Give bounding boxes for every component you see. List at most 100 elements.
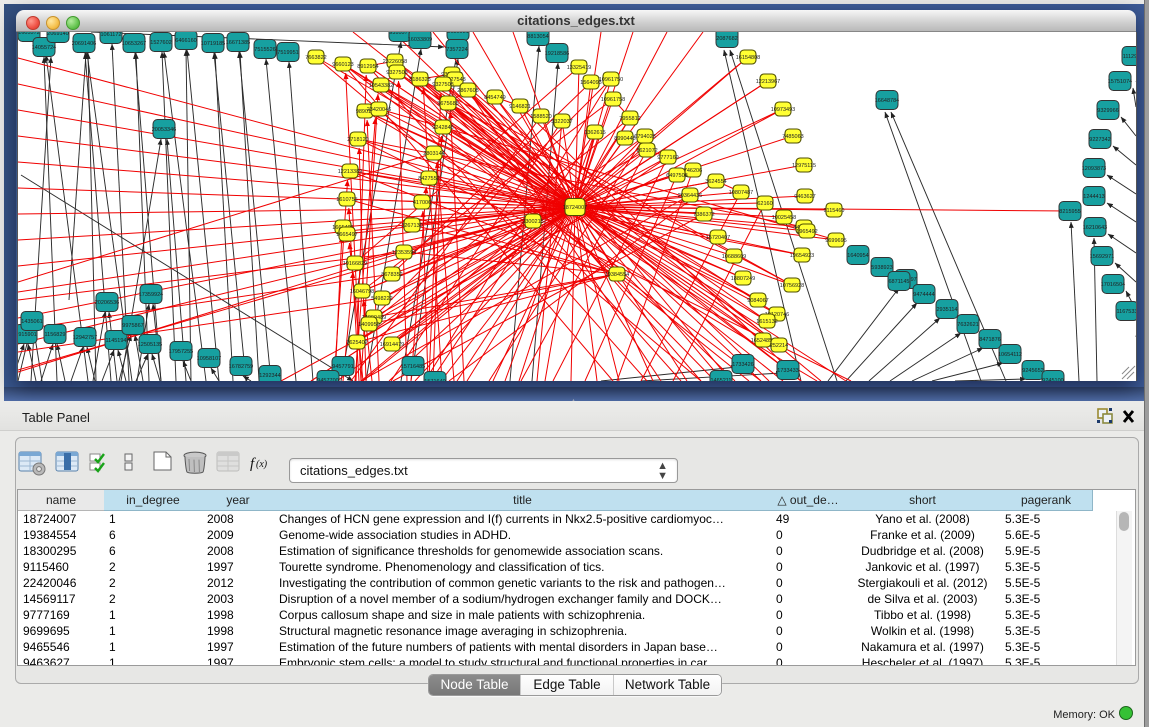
svg-text:10958107: 10958107 [197,356,221,362]
svg-text:15692971: 15692971 [1090,254,1114,260]
svg-text:10756928: 10756928 [780,283,804,289]
svg-text:9327508: 9327508 [432,82,453,88]
svg-text:20364436: 20364436 [678,193,702,199]
svg-text:10654112: 10654112 [998,352,1022,358]
svg-text:3675685: 3675685 [437,101,458,107]
svg-text:2935114: 2935114 [936,307,957,313]
svg-text:7386372: 7386372 [693,212,714,218]
svg-text:20053346: 20053346 [152,127,176,133]
svg-text:1615132: 1615132 [756,319,777,325]
svg-text:20206536: 20206536 [95,300,119,306]
svg-text:18807249: 18807249 [731,276,755,282]
svg-text:6794028: 6794028 [634,134,655,140]
svg-text:5498222: 5498222 [371,296,392,302]
svg-text:1156829: 1156829 [44,332,65,338]
svg-text:9327505: 9327505 [386,70,407,76]
svg-text:19218586: 19218586 [545,51,569,57]
svg-text:9660123: 9660123 [332,62,353,68]
svg-text:9699695: 9699695 [825,238,846,244]
svg-text:9245652: 9245652 [1022,368,1043,374]
svg-text:10973493: 10973493 [771,107,795,113]
svg-text:19166829: 19166829 [343,261,367,267]
svg-text:1061172: 1061172 [100,32,121,38]
svg-text:12975115: 12975115 [792,163,816,169]
svg-text:7955812: 7955812 [619,116,640,122]
svg-text:5938923: 5938923 [871,265,892,271]
svg-text:1112975: 1112975 [1123,54,1136,60]
svg-text:7357224: 7357224 [446,47,467,53]
svg-text:9242848: 9242848 [432,125,453,131]
svg-text:10688609: 10688609 [722,254,746,260]
svg-text:9777169: 9777169 [657,155,678,161]
svg-text:2087682: 2087682 [716,36,737,42]
svg-text:2718120: 2718120 [347,137,368,143]
svg-text:18724007: 18724007 [563,205,587,211]
svg-text:9084067: 9084067 [747,298,768,304]
svg-text:7663822: 7663822 [305,55,326,61]
svg-text:1610755: 1610755 [336,197,357,203]
svg-text:1465211: 1465211 [710,378,731,381]
svg-text:7632621: 7632621 [957,322,978,328]
svg-text:17957255: 17957255 [169,349,193,355]
svg-text:9146821: 9146821 [509,104,530,110]
svg-text:8912954: 8912954 [357,64,378,70]
svg-text:20691406: 20691406 [72,41,96,47]
svg-text:16914479: 16914479 [380,342,404,348]
svg-text:1409950: 1409950 [358,322,379,328]
svg-text:14055724: 14055724 [32,45,56,51]
svg-text:19654923: 19654923 [790,253,814,259]
svg-text:15716485: 15716485 [401,364,425,370]
svg-text:7519951: 7519951 [277,50,298,56]
svg-text:1965492: 1965492 [796,229,817,235]
svg-text:9457791: 9457791 [332,364,353,370]
svg-text:16033809: 16033809 [408,37,432,43]
svg-text:16046798: 16046798 [350,289,374,295]
svg-text:9329966: 9329966 [1097,108,1118,114]
svg-text:1571640: 1571640 [424,379,445,381]
svg-text:1665497: 1665497 [336,232,357,238]
svg-text:9115460: 9115460 [823,208,844,214]
svg-text:10025458: 10025458 [772,215,796,221]
svg-text:8215955: 8215955 [1059,209,1080,215]
svg-text:9975867: 9975867 [122,323,143,329]
svg-text:1167533: 1167533 [1116,309,1136,315]
svg-text:9474444: 9474444 [913,292,934,298]
svg-text:8990448: 8990448 [614,136,635,142]
svg-text:12505135: 12505135 [138,342,162,348]
svg-text:8135981: 8135981 [447,32,468,35]
svg-text:2300215: 2300215 [522,219,543,225]
svg-text:6466160: 6466160 [175,38,196,44]
svg-text:15720407: 15720407 [706,235,730,241]
svg-text:19384554: 19384554 [605,272,629,278]
svg-text:9310577: 9310577 [389,32,410,36]
svg-text:2069140: 2069140 [47,32,68,37]
svg-text:1621072: 1621072 [636,148,657,154]
svg-text:417006: 417006 [413,200,431,206]
svg-text:7515526: 7515526 [254,47,275,53]
svg-text:12213389: 12213389 [338,169,362,175]
svg-text:16154808: 16154808 [736,55,760,61]
svg-text:1145194: 1145194 [105,338,126,344]
svg-text:2867608: 2867608 [457,88,478,94]
svg-text:15751074: 15751074 [1108,79,1132,85]
svg-text:10961758: 10961758 [601,97,625,103]
svg-text:23420046: 23420046 [367,107,391,113]
svg-text:(x): (x) [256,459,268,470]
svg-text:12353594: 12353594 [392,250,416,256]
svg-text:16782759: 16782759 [229,364,253,370]
svg-text:9463627: 9463627 [794,194,815,200]
svg-text:17359924: 17359924 [139,292,163,298]
svg-text:2803144: 2803144 [423,151,444,157]
svg-text:9457700: 9457700 [317,378,338,381]
svg-text:1244413: 1244413 [1083,194,1104,200]
svg-text:1733426: 1733426 [732,362,753,368]
svg-text:12213967: 12213967 [756,79,780,85]
svg-text:10807487: 10807487 [729,190,753,196]
svg-text:10961750: 10961750 [599,77,623,83]
svg-text:62160: 62160 [757,201,772,207]
svg-text:17016504: 17016504 [1101,282,1125,288]
svg-text:6497508: 6497508 [666,173,687,179]
svg-text:1605572: 1605572 [18,32,39,36]
svg-text:8454749: 8454749 [484,95,505,101]
svg-text:12942757: 12942757 [73,335,97,341]
